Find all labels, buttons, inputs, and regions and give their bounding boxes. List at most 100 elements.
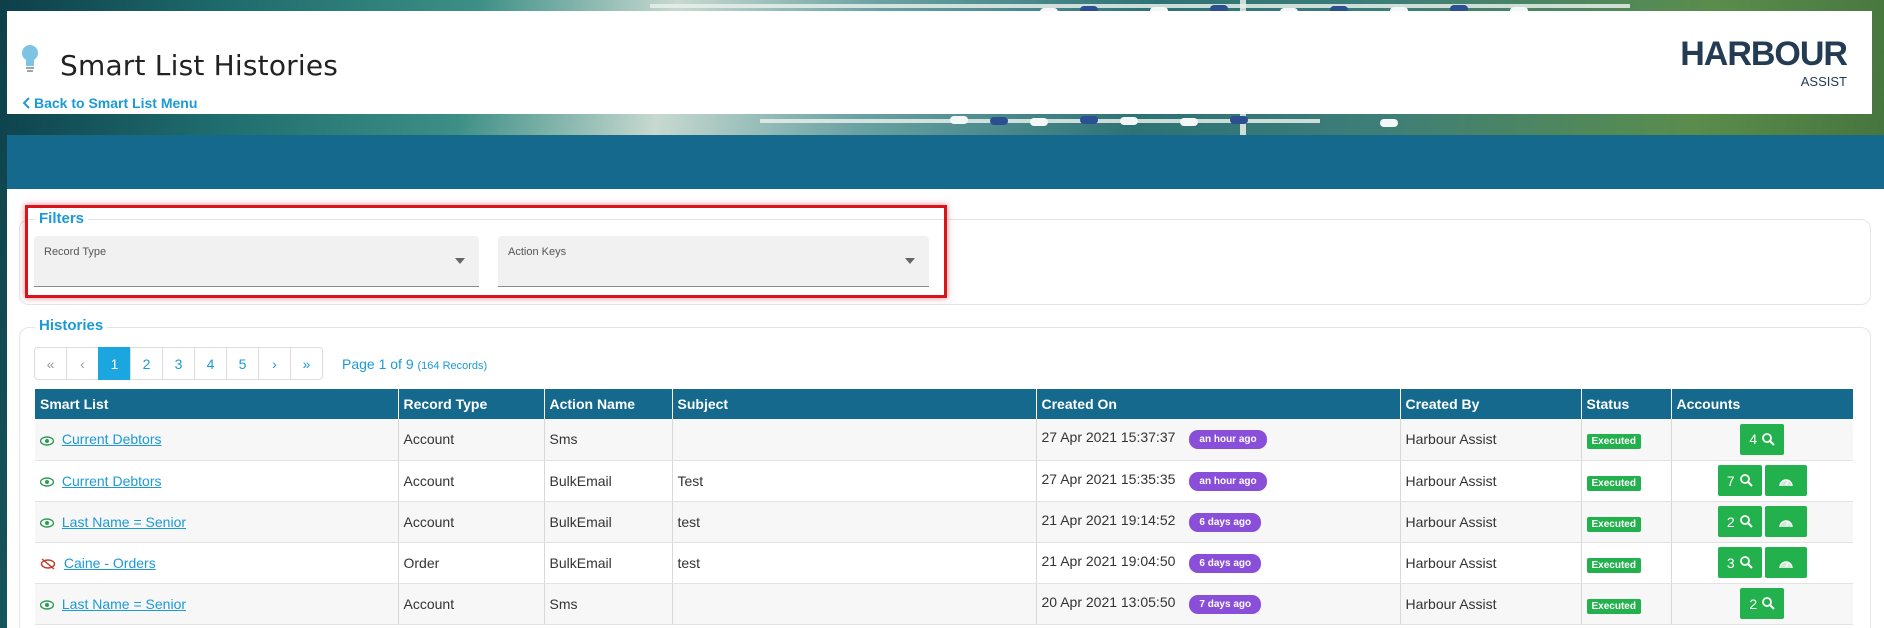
email-stats-button[interactable]: [1764, 547, 1807, 578]
time-ago-badge: an hour ago: [1189, 471, 1267, 491]
cell-subject: [672, 419, 1037, 461]
pager-next-button[interactable]: ›: [258, 347, 291, 380]
cell-accounts: 2: [1671, 501, 1853, 543]
cell-subject: [672, 583, 1037, 625]
pager-page-4[interactable]: 4: [194, 347, 227, 380]
pager-page-2[interactable]: 2: [130, 347, 163, 380]
cell-action-name: Sms: [544, 583, 673, 625]
cell-smart-list: Current Debtors: [35, 460, 399, 502]
accounts-count: 3: [1726, 554, 1735, 571]
pager-page-3[interactable]: 3: [162, 347, 195, 380]
cell-accounts: 4: [1671, 419, 1853, 461]
smart-list-link[interactable]: Current Debtors: [62, 473, 162, 489]
col-created-by[interactable]: Created By: [1400, 389, 1582, 419]
pager-last-button[interactable]: »: [290, 347, 323, 380]
page-info: Page 1 of 9 (164 Records): [342, 356, 487, 372]
table-row: Current Debtors Account BulkEmail Test 27 Ap…: [35, 460, 1853, 502]
cell-record-type: Account: [398, 460, 545, 502]
filters-highlight-box: [25, 205, 947, 298]
status-badge: Executed: [1586, 557, 1641, 573]
header-band: [7, 135, 1884, 189]
cell-action-name: BulkEmail: [544, 542, 673, 584]
col-action-name[interactable]: Action Name: [544, 389, 673, 419]
eye-icon: [40, 600, 54, 610]
table-row: Current Debtors Account Sms 27 Apr 2021 15:…: [35, 419, 1853, 461]
pager-page-1[interactable]: 1: [98, 347, 131, 380]
page-info-text: Page 1 of 9: [342, 356, 414, 372]
cell-created-by: Harbour Assist: [1400, 542, 1582, 584]
cell-status: Executed: [1581, 419, 1672, 461]
search-icon: [1762, 597, 1775, 610]
smart-list-link[interactable]: Last Name = Senior: [62, 596, 186, 612]
email-stats-button[interactable]: [1764, 465, 1807, 496]
cell-created-by: Harbour Assist: [1400, 583, 1582, 625]
cell-action-name: BulkEmail: [544, 501, 673, 543]
col-subject[interactable]: Subject: [672, 389, 1037, 419]
back-link-label: Back to Smart List Menu: [34, 95, 198, 111]
lightbulb-icon: [22, 45, 38, 72]
smart-list-link[interactable]: Last Name = Senior: [62, 514, 186, 530]
cell-created-on: 21 Apr 2021 19:14:52 6 days ago: [1036, 501, 1401, 543]
col-created-on[interactable]: Created On: [1036, 389, 1401, 419]
gauge-icon: [1778, 560, 1793, 568]
cell-subject: Test: [672, 460, 1037, 502]
col-smart-list[interactable]: Smart List: [35, 389, 399, 419]
time-ago-badge: 7 days ago: [1189, 594, 1262, 614]
pager-page-5[interactable]: 5: [226, 347, 259, 380]
created-on-value: 21 Apr 2021 19:14:52: [1041, 511, 1176, 528]
gauge-icon: [1778, 478, 1793, 486]
smart-list-link[interactable]: Current Debtors: [62, 431, 162, 447]
col-accounts[interactable]: Accounts: [1671, 389, 1853, 419]
cell-smart-list: Last Name = Senior: [35, 583, 399, 625]
table-row: Last Name = Senior Account Sms 20 Apr 2021 …: [35, 583, 1853, 625]
cell-subject: test: [672, 542, 1037, 584]
harbour-assist-logo: HARBOUR ASSIST: [1657, 29, 1848, 89]
cell-smart-list: Current Debtors: [35, 419, 399, 461]
accounts-count: 7: [1726, 472, 1735, 489]
cell-record-type: Order: [398, 542, 545, 584]
created-on-value: 27 Apr 2021 15:37:37: [1041, 429, 1176, 446]
cell-action-name: Sms: [544, 419, 673, 461]
view-accounts-button[interactable]: 4: [1740, 423, 1785, 455]
time-ago-badge: 6 days ago: [1189, 512, 1262, 532]
search-icon: [1739, 556, 1753, 569]
eye-icon: [40, 435, 54, 446]
pager-prev-button[interactable]: ‹: [66, 347, 99, 380]
back-to-smart-list-menu-link[interactable]: Back to Smart List Menu: [23, 95, 197, 111]
col-status[interactable]: Status: [1581, 389, 1672, 419]
pager-first-button[interactable]: «: [34, 347, 67, 380]
cell-accounts: 2: [1671, 583, 1853, 625]
cell-created-on: 27 Apr 2021 15:35:35 an hour ago: [1036, 460, 1401, 502]
view-accounts-button[interactable]: 7: [1717, 465, 1762, 496]
cell-action-name: BulkEmail: [544, 460, 673, 502]
eye-icon: [40, 477, 54, 487]
cell-created-on: 21 Apr 2021 19:04:50 6 days ago: [1036, 542, 1401, 584]
smart-list-link[interactable]: Caine - Orders: [64, 555, 156, 571]
cell-record-type: Account: [398, 583, 545, 625]
eye-slash-icon: [40, 558, 56, 570]
status-badge: Executed: [1586, 516, 1641, 532]
cell-smart-list: Caine - Orders: [35, 542, 399, 584]
cell-created-on: 20 Apr 2021 13:05:50 7 days ago: [1036, 583, 1401, 625]
page-header: Smart List Histories Back to Smart List …: [7, 11, 1872, 114]
email-stats-button[interactable]: [1764, 506, 1807, 537]
record-count: (164 Records): [417, 360, 488, 372]
view-accounts-button[interactable]: 2: [1740, 588, 1785, 619]
col-record-type[interactable]: Record Type: [398, 389, 545, 419]
view-accounts-button[interactable]: 3: [1717, 547, 1762, 578]
eye-icon: [40, 518, 54, 528]
cell-accounts: 3: [1671, 542, 1853, 584]
created-on-value: 21 Apr 2021 19:04:50: [1041, 552, 1176, 569]
cell-smart-list: Last Name = Senior: [35, 501, 399, 543]
status-badge: Executed: [1586, 598, 1641, 614]
cell-created-by: Harbour Assist: [1400, 460, 1582, 502]
histories-legend: Histories: [35, 317, 108, 334]
status-badge: Executed: [1586, 434, 1641, 450]
cell-record-type: Account: [398, 501, 545, 543]
status-badge: Executed: [1586, 475, 1641, 491]
cell-subject: test: [672, 501, 1037, 543]
view-accounts-button[interactable]: 2: [1717, 506, 1762, 537]
search-icon: [1739, 474, 1753, 487]
cell-status: Executed: [1581, 542, 1672, 584]
cell-created-by: Harbour Assist: [1400, 501, 1582, 543]
